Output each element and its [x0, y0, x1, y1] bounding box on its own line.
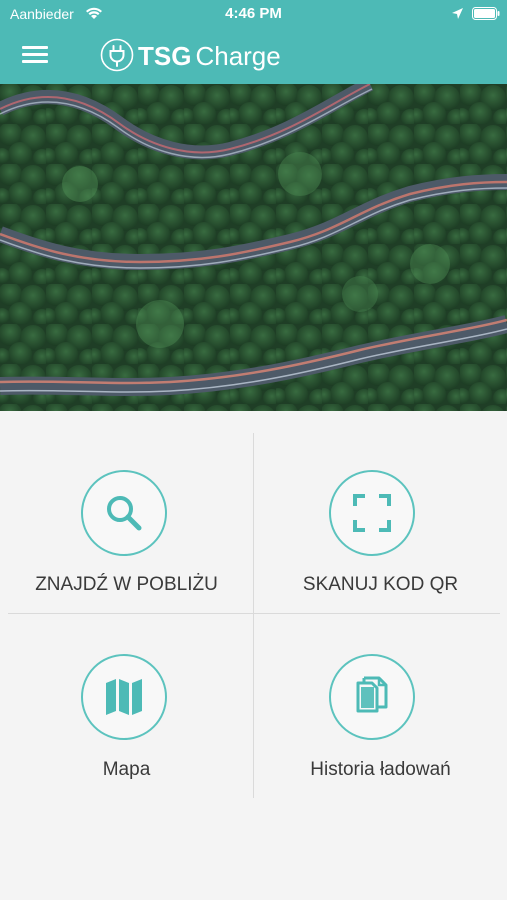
- location-arrow-icon: [452, 8, 463, 19]
- charging-history-label: Historia ładowań: [310, 759, 451, 780]
- battery-icon: [472, 7, 500, 20]
- documents-icon: [356, 676, 388, 713]
- find-nearby-circle: [81, 470, 167, 556]
- map-icon: [106, 679, 142, 715]
- charging-history-button[interactable]: Historia ładowań: [254, 614, 507, 814]
- plug-logo-icon: [100, 38, 134, 72]
- status-time: 4:46 PM: [225, 5, 282, 22]
- scan-qr-label: SKANUJ KOD QR: [302, 574, 459, 595]
- charging-history-circle: [329, 654, 415, 740]
- find-nearby-button[interactable]: ZNAJDŹ W POBLIŻU: [0, 411, 253, 613]
- action-grid: ZNAJDŹ W POBLIŻU SKANUJ KOD QR Mapa Hist…: [0, 411, 507, 900]
- app-logo-text: TSG Charge: [138, 41, 281, 72]
- hamburger-menu-button[interactable]: [20, 42, 50, 66]
- status-bar: Aanbieder 4:46 PM: [0, 0, 507, 28]
- logo-brand: TSG: [138, 41, 192, 71]
- map-circle: [81, 654, 167, 740]
- scan-qr-button[interactable]: SKANUJ KOD QR: [254, 411, 507, 613]
- logo-product: Charge: [195, 41, 281, 71]
- aerial-road-forest-image: [0, 84, 507, 411]
- hero-image: [0, 84, 507, 411]
- qr-scan-icon: [353, 494, 391, 532]
- find-nearby-label: ZNAJDŹ W POBLIŻU: [35, 574, 218, 595]
- app-header: Aanbieder 4:46 PM TSG Charge: [0, 0, 507, 84]
- scan-qr-circle: [329, 470, 415, 556]
- map-label: Mapa: [102, 759, 151, 780]
- search-icon: [107, 496, 142, 531]
- map-button[interactable]: Mapa: [0, 614, 253, 814]
